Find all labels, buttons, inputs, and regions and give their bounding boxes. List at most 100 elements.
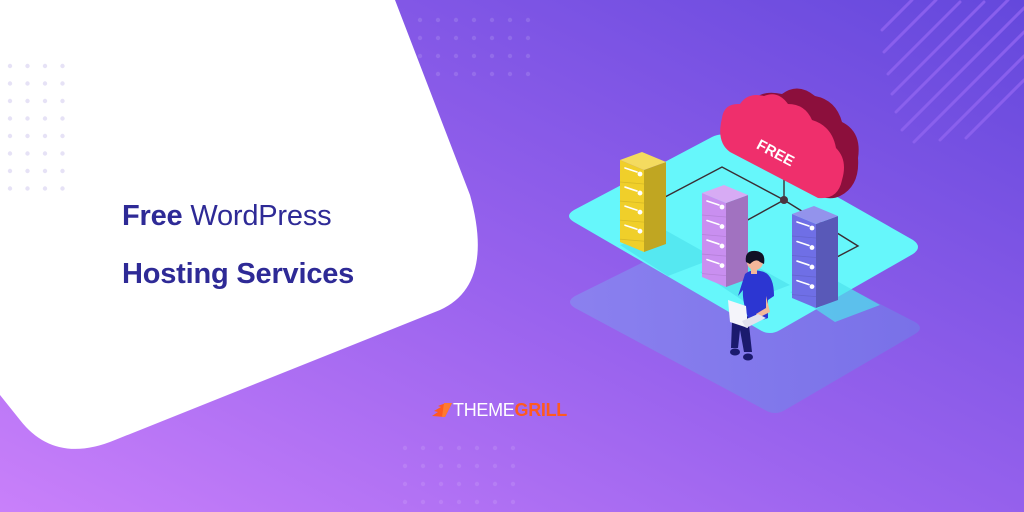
server-led (809, 245, 815, 250)
logo-grill: GRILL (514, 399, 568, 420)
decorative-dot (7, 116, 13, 121)
decorative-dot (507, 35, 513, 41)
decorative-dot (474, 445, 480, 451)
decorative-dot (7, 81, 13, 86)
decorative-dot (456, 445, 462, 451)
decorative-dot (510, 463, 516, 469)
decorative-dot (7, 133, 13, 139)
decorative-dot (25, 98, 30, 104)
decorative-dot (489, 71, 495, 77)
decorative-dot (474, 499, 480, 505)
server-led (637, 209, 643, 215)
decorative-dot (420, 463, 426, 469)
server-side (644, 162, 666, 252)
server-led (719, 243, 725, 249)
decorative-dot (435, 35, 441, 41)
server-led (809, 284, 815, 290)
decorative-dot (525, 71, 531, 77)
server-led (809, 225, 815, 231)
decorative-dot (453, 35, 459, 41)
decorative-dot (42, 151, 48, 156)
decorative-dot (417, 53, 423, 59)
server-led (719, 263, 725, 269)
decorative-dot (7, 98, 13, 104)
headline-bold: Free (122, 200, 183, 232)
server-side (726, 195, 748, 287)
logo-theme: THEME (453, 399, 515, 420)
server-led (637, 171, 643, 177)
decorative-dot (474, 481, 480, 487)
decorative-dot (510, 445, 516, 451)
headline-line-2: Hosting Services (122, 258, 355, 290)
server-purple (701, 185, 748, 287)
decorative-dot (456, 481, 462, 487)
decorative-dot (60, 151, 65, 156)
decorative-dot (510, 499, 516, 505)
decorative-dot (438, 445, 444, 451)
decorative-dot (471, 71, 477, 77)
decorative-dot (60, 186, 65, 191)
decorative-dot (60, 168, 65, 174)
decorative-dot (492, 499, 498, 505)
flame-icon (432, 403, 452, 417)
decorative-dot (420, 445, 426, 451)
decorative-dot (471, 17, 477, 23)
decorative-dot (456, 463, 462, 469)
decorative-dot (42, 168, 48, 174)
decorative-dot (25, 168, 30, 174)
decorative-dot (489, 53, 495, 59)
decorative-dot (42, 133, 48, 139)
themegrill-logo: THEME GRILL (432, 399, 567, 421)
decorative-dot (7, 168, 13, 174)
decorative-dot (492, 481, 498, 487)
decorative-dot (507, 17, 513, 23)
decorative-dot (42, 98, 48, 104)
decorative-dot (25, 116, 30, 121)
decorative-dot (417, 35, 423, 41)
decorative-dot (42, 186, 48, 191)
decorative-dot (435, 71, 441, 77)
decorative-dot (489, 35, 495, 41)
decorative-dot (492, 445, 498, 451)
decorative-dot (471, 35, 477, 41)
headline-regular: WordPress (190, 200, 332, 232)
decorative-dot (402, 481, 408, 487)
decorative-dot (402, 463, 408, 469)
decorative-dot (435, 53, 441, 59)
decorative-dot (438, 499, 444, 505)
person-shoe (743, 353, 753, 361)
decorative-dot (435, 17, 441, 23)
network-node (780, 196, 788, 204)
server-blue (791, 206, 838, 308)
decorative-dot (420, 499, 426, 505)
decorative-dot (453, 71, 459, 77)
decorative-dot (25, 186, 30, 191)
server-led (637, 190, 643, 196)
decorative-dot (420, 481, 426, 487)
headline-line-1: Free WordPress (122, 200, 332, 233)
decorative-dot (60, 98, 65, 104)
decorative-dot (60, 116, 65, 121)
person-shoe (730, 348, 740, 356)
decorative-dot (7, 186, 13, 191)
decorative-dot (474, 463, 480, 469)
decorative-dot (402, 445, 408, 451)
decorative-dot (510, 481, 516, 487)
server-led (809, 264, 815, 270)
server-yellow (619, 152, 666, 252)
server-led (719, 224, 725, 229)
decorative-dot (60, 63, 65, 69)
decorative-dot (7, 151, 13, 156)
decorative-dot (507, 53, 513, 59)
decorative-dot (471, 53, 477, 59)
decorative-dot (402, 499, 408, 505)
decorative-dot (7, 63, 13, 69)
decorative-dot (453, 17, 459, 23)
decorative-dot (25, 133, 30, 139)
decorative-dot (438, 463, 444, 469)
decorative-dot (453, 53, 459, 59)
decorative-dot (525, 35, 531, 41)
decorative-dot (492, 463, 498, 469)
server-side (816, 216, 838, 308)
decorative-dot (60, 81, 65, 86)
